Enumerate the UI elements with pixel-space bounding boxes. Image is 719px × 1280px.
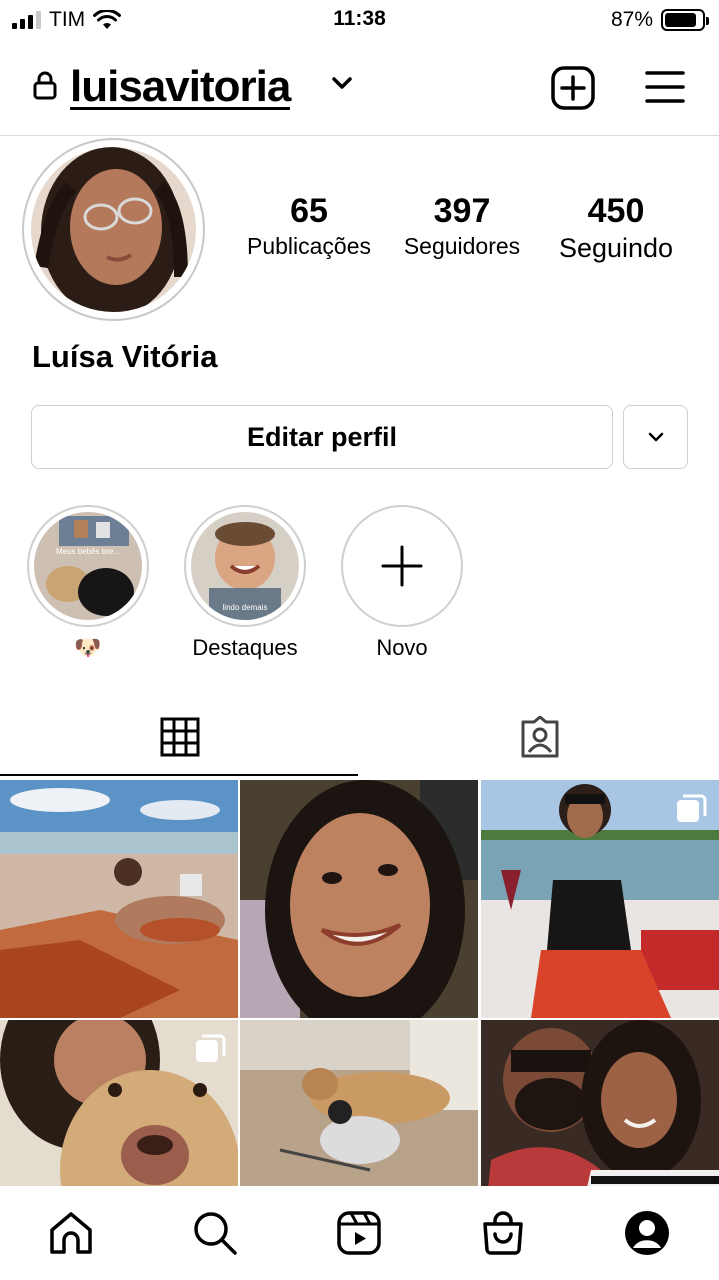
grid-icon (160, 717, 199, 757)
highlight-dog[interactable]: Meus bebês bre... 🐶 (26, 505, 150, 661)
menu-icon (645, 71, 685, 103)
stat-posts-value: 65 (290, 192, 328, 230)
plus-icon (381, 545, 423, 587)
suggestions-dropdown-button[interactable] (623, 405, 688, 469)
status-bar: TIM 11:38 87% (0, 0, 719, 40)
nav-reels[interactable] (334, 1208, 384, 1258)
stat-posts-label: Publicações (246, 233, 372, 259)
wifi-icon (93, 10, 122, 29)
bottom-nav (0, 1186, 719, 1280)
post-thumbnail[interactable] (0, 780, 238, 1018)
tab-posts-grid[interactable] (0, 698, 359, 776)
stat-following-label: Seguindo (558, 233, 674, 263)
active-tab-indicator (0, 774, 358, 776)
battery-percent: 87% (610, 8, 653, 31)
status-left: TIM (12, 8, 122, 32)
stat-following-value: 450 (587, 192, 645, 230)
post-thumbnail[interactable] (240, 780, 478, 1018)
lock-icon (33, 71, 57, 100)
nav-home[interactable] (46, 1208, 96, 1258)
home-icon (50, 1212, 92, 1254)
search-icon (194, 1212, 237, 1255)
nav-shop[interactable] (478, 1208, 528, 1258)
highlight-caption: Meus bebês bre... (56, 547, 120, 556)
multiple-photos-icon (196, 1034, 226, 1062)
stat-followers-value: 397 (433, 192, 491, 230)
full-name: Luísa Vitória (32, 339, 218, 374)
highlight-caption: lindo demais (223, 603, 268, 612)
stat-followers[interactable]: 397 Seguidores (390, 192, 534, 260)
battery-icon (661, 9, 709, 31)
signal-icon (12, 11, 41, 29)
highlight-label: Destaques (192, 635, 298, 660)
status-right: 87% (610, 8, 709, 32)
menu-button[interactable] (645, 70, 685, 104)
reels-icon (337, 1211, 381, 1255)
new-post-button[interactable] (551, 66, 595, 110)
avatar[interactable] (22, 138, 205, 321)
stat-followers-label: Seguidores (403, 233, 521, 259)
highlight-ring (341, 505, 463, 627)
highlight-label: Novo (376, 635, 428, 660)
stat-posts[interactable]: 65 Publicações (238, 192, 380, 260)
profile-header: luisavitoria (0, 48, 719, 136)
highlight-ring: Meus bebês bre... (27, 505, 149, 627)
highlight-label: 🐶 (74, 635, 102, 660)
chevron-down-icon[interactable] (331, 76, 353, 90)
tagged-icon (521, 716, 558, 758)
highlight-destaques[interactable]: lindo demais Destaques (183, 505, 307, 661)
edit-profile-button[interactable]: Editar perfil (31, 405, 613, 469)
new-post-icon (551, 66, 595, 110)
tab-tagged[interactable] (360, 698, 719, 776)
multiple-photos-icon (677, 794, 707, 822)
battery-level (665, 13, 697, 27)
chevron-down-icon (648, 432, 663, 442)
profile-icon (625, 1211, 669, 1255)
stat-following[interactable]: 450 Seguindo (546, 192, 686, 264)
highlight-cover: lindo demais (191, 512, 299, 620)
post-thumbnail[interactable] (481, 780, 719, 1018)
new-highlight-button[interactable]: Novo (340, 505, 464, 661)
carrier-name: TIM (49, 8, 86, 31)
shop-icon (483, 1211, 523, 1255)
avatar-photo (31, 147, 196, 312)
username-switcher[interactable]: luisavitoria (70, 62, 291, 112)
nav-search[interactable] (190, 1208, 240, 1258)
profile-tabs (0, 698, 719, 778)
nav-profile[interactable] (622, 1208, 672, 1258)
highlight-ring: lindo demais (184, 505, 306, 627)
highlight-cover: Meus bebês bre... (34, 512, 142, 620)
